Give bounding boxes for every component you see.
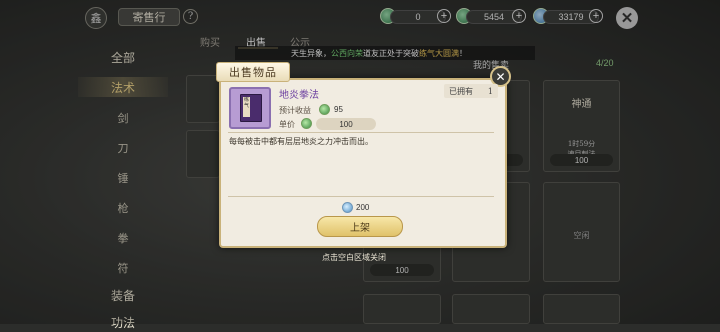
income-label: 预计收益 xyxy=(279,106,311,115)
crystal-icon xyxy=(342,202,353,213)
owned-count: 1 xyxy=(487,86,493,96)
owned-count-box: 已拥有 1 xyxy=(444,84,498,98)
unit-price-label: 单价 xyxy=(279,120,295,129)
unit-price-input[interactable]: 100 xyxy=(316,118,376,130)
item-description: 每每被击中都有层层地炎之力冲击而出。 xyxy=(229,137,373,146)
spirit-stone-icon xyxy=(301,118,312,129)
list-item-button[interactable]: 上架 xyxy=(317,216,403,237)
divider xyxy=(228,132,494,133)
dialog-title: 出售物品 xyxy=(216,62,290,82)
spell-book-icon: 练气 xyxy=(240,94,262,122)
spirit-stone-icon xyxy=(319,104,330,115)
item-thumbnail: 练气 xyxy=(229,87,271,129)
deposit-value: 200 xyxy=(356,203,370,212)
item-name: 地炎拳法 xyxy=(279,90,319,101)
item-tag: 练气 xyxy=(243,97,250,117)
owned-label: 已拥有 xyxy=(449,86,473,96)
income-value: 95 xyxy=(334,105,343,114)
divider xyxy=(228,196,494,197)
close-hint: 点击空白区域关闭 xyxy=(322,253,386,262)
